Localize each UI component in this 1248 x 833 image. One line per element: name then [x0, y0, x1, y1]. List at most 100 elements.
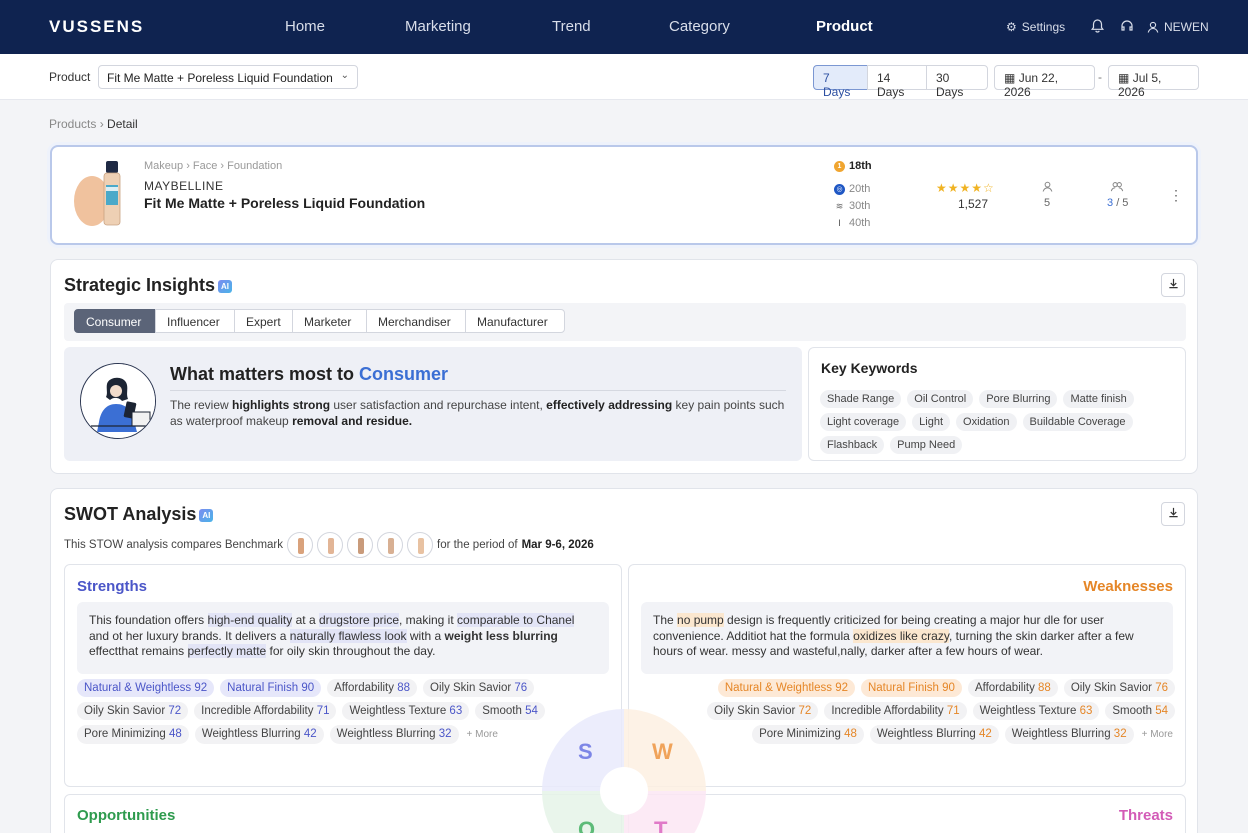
download-swot-button[interactable] — [1161, 502, 1185, 526]
weakness-tag[interactable]: Affordability 88 — [967, 679, 1058, 697]
download-insights-button[interactable] — [1161, 273, 1185, 297]
tag-value: 54 — [525, 705, 538, 717]
weakness-tag[interactable]: Smooth 54 — [1105, 702, 1175, 720]
strength-tag[interactable]: Affordability 88 — [327, 679, 418, 697]
weakness-tag[interactable]: Weightless Blurring 32 — [1004, 725, 1134, 744]
strength-tag[interactable]: Oily Skin Savior 76 — [423, 679, 535, 697]
benchmark-product-thumb[interactable] — [317, 532, 343, 558]
strength-tag[interactable]: Natural Finish 90 — [220, 679, 322, 697]
download-icon — [1168, 278, 1178, 289]
strategic-insights-panel: Strategic Insights AI Consumer Influencer… — [50, 259, 1198, 474]
breadcrumb-products[interactable]: Products — [49, 117, 96, 131]
weaknesses-more-link[interactable]: + More — [1140, 725, 1175, 744]
strength-tag[interactable]: Weightless Texture 63 — [342, 702, 470, 720]
swot-sub-prefix: This STOW analysis compares Benchmark — [64, 539, 283, 551]
strength-tag[interactable]: Oily Skin Savior 72 — [77, 702, 189, 720]
benchmark-product-thumb[interactable] — [407, 532, 433, 558]
strength-tag[interactable]: Weightless Blurring 32 — [329, 725, 459, 744]
keyword-chip[interactable]: Pore Blurring — [979, 390, 1058, 408]
range-14-days[interactable]: 14 Days — [867, 65, 927, 99]
text-bold: removal and residue. — [292, 414, 413, 428]
group-icon — [1110, 181, 1124, 195]
bell-icon[interactable] — [1091, 19, 1104, 36]
start-date-picker[interactable]: ▦ Jun 22, 2026 — [994, 65, 1095, 99]
range-30-days[interactable]: 30 Days — [926, 65, 988, 99]
tab-expert[interactable]: Expert — [234, 309, 293, 333]
strength-tag[interactable]: Incredible Affordability 71 — [194, 702, 337, 720]
tag-value: 42 — [978, 728, 992, 740]
weakness-tag[interactable]: Pore Minimizing 48 — [752, 725, 864, 744]
keyword-chip[interactable]: Buildable Coverage — [1022, 413, 1133, 431]
rank-value: 40th — [849, 217, 871, 229]
end-date-picker[interactable]: ▦ Jul 5, 2026 — [1108, 65, 1199, 99]
keyword-chip[interactable]: Shade Range — [820, 390, 902, 408]
nav-marketing[interactable]: Marketing — [405, 18, 471, 35]
breadcrumb: Products › Detail — [49, 117, 138, 131]
product-select[interactable]: Fit Me Matte + Poreless Liquid Foundatio… — [98, 65, 358, 89]
tag-label: Incredible Affordability — [831, 705, 944, 717]
weakness-tag[interactable]: Oily Skin Savior 72 — [707, 702, 819, 720]
strength-tag[interactable]: Pore Minimizing 48 — [77, 725, 189, 744]
keyword-chip[interactable]: Light coverage — [820, 413, 907, 431]
rank-value: 20th — [849, 183, 871, 195]
logo[interactable]: VUSSENS — [49, 17, 144, 37]
bolt-icon: ǀ — [834, 217, 845, 229]
benchmark-product-thumb[interactable] — [377, 532, 403, 558]
nav-product[interactable]: Product — [816, 18, 873, 35]
tag-label: Natural & Weightless — [84, 682, 192, 694]
benchmark-product-thumb[interactable] — [347, 532, 373, 558]
tab-consumer[interactable]: Consumer — [74, 309, 156, 333]
rank-primary: 1 18th — [834, 160, 872, 172]
product-select-value: Fit Me Matte + Poreless Liquid Foundatio… — [107, 71, 333, 85]
weaknesses-title: Weaknesses — [1083, 578, 1173, 595]
weakness-tag[interactable]: Oily Skin Savior 76 — [1063, 679, 1175, 697]
text-highlight: perfectly matte — [187, 644, 267, 658]
strength-tag[interactable]: Natural & Weightless 92 — [77, 679, 215, 697]
top-nav: VUSSENS Home Marketing Trend Category Pr… — [0, 0, 1248, 54]
tag-label: Pore Minimizing — [759, 728, 841, 740]
tab-manufacturer[interactable]: Manufacturer — [465, 309, 565, 333]
tag-label: Weightless Blurring — [201, 728, 301, 740]
strength-tag[interactable]: Weightless Blurring 42 — [194, 725, 324, 744]
swot-letter-t: T — [654, 817, 668, 833]
insight-divider — [170, 390, 786, 391]
benchmark-product-thumb[interactable] — [287, 532, 313, 558]
keyword-chip[interactable]: Matte finish — [1063, 390, 1134, 408]
tag-label: Oily Skin Savior — [84, 705, 166, 717]
nav-home[interactable]: Home — [285, 18, 325, 35]
tab-merchandiser[interactable]: Merchandiser — [366, 309, 466, 333]
keyword-chip[interactable]: Oil Control — [907, 390, 974, 408]
text-part: for oily skin throughout the day. — [266, 644, 436, 658]
tag-label: Weightless Texture — [979, 705, 1077, 717]
tag-label: Weightless Blurring — [1011, 728, 1111, 740]
weakness-tag[interactable]: Natural Finish 90 — [860, 679, 962, 697]
tab-marketer[interactable]: Marketer — [292, 309, 367, 333]
range-7-days[interactable]: 7 Days — [813, 65, 868, 99]
nav-trend[interactable]: Trend — [552, 18, 591, 35]
user-menu[interactable]: NEWEN — [1147, 20, 1209, 34]
weakness-tag[interactable]: Incredible Affordability 71 — [824, 702, 967, 720]
product-image — [74, 161, 121, 226]
nav-category[interactable]: Category — [669, 18, 730, 35]
tab-influencer[interactable]: Influencer — [155, 309, 235, 333]
weakness-tag[interactable]: Weightless Blurring 42 — [869, 725, 999, 744]
weakness-tag[interactable]: Natural & Weightless 92 — [717, 679, 855, 697]
swot-center-graphic: S W O T — [542, 709, 706, 833]
strengths-more-link[interactable]: + More — [465, 725, 500, 744]
headset-icon[interactable] — [1120, 19, 1134, 36]
text-part: The — [653, 613, 678, 627]
keyword-chip[interactable]: Flashback — [820, 436, 885, 454]
text-bold: effectively addressing — [546, 398, 673, 412]
keyword-chip[interactable]: Pump Need — [890, 436, 963, 454]
ai-badge-icon: AI — [218, 279, 233, 293]
settings-link[interactable]: ⚙ Settings — [1006, 20, 1065, 34]
strength-tag[interactable]: Smooth 54 — [475, 702, 545, 720]
more-menu-icon[interactable]: ⋮ — [1169, 187, 1183, 204]
weakness-tag[interactable]: Weightless Texture 63 — [972, 702, 1100, 720]
keyword-chip[interactable]: Light — [912, 413, 951, 431]
text-bold: weight less blurring — [444, 628, 558, 643]
tag-value: 54 — [1155, 705, 1168, 717]
keyword-chip[interactable]: Oxidation — [956, 413, 1017, 431]
calendar-icon: ▦ — [1118, 71, 1130, 85]
product-card: Makeup › Face › Foundation MAYBELLINE Fi… — [50, 145, 1198, 245]
